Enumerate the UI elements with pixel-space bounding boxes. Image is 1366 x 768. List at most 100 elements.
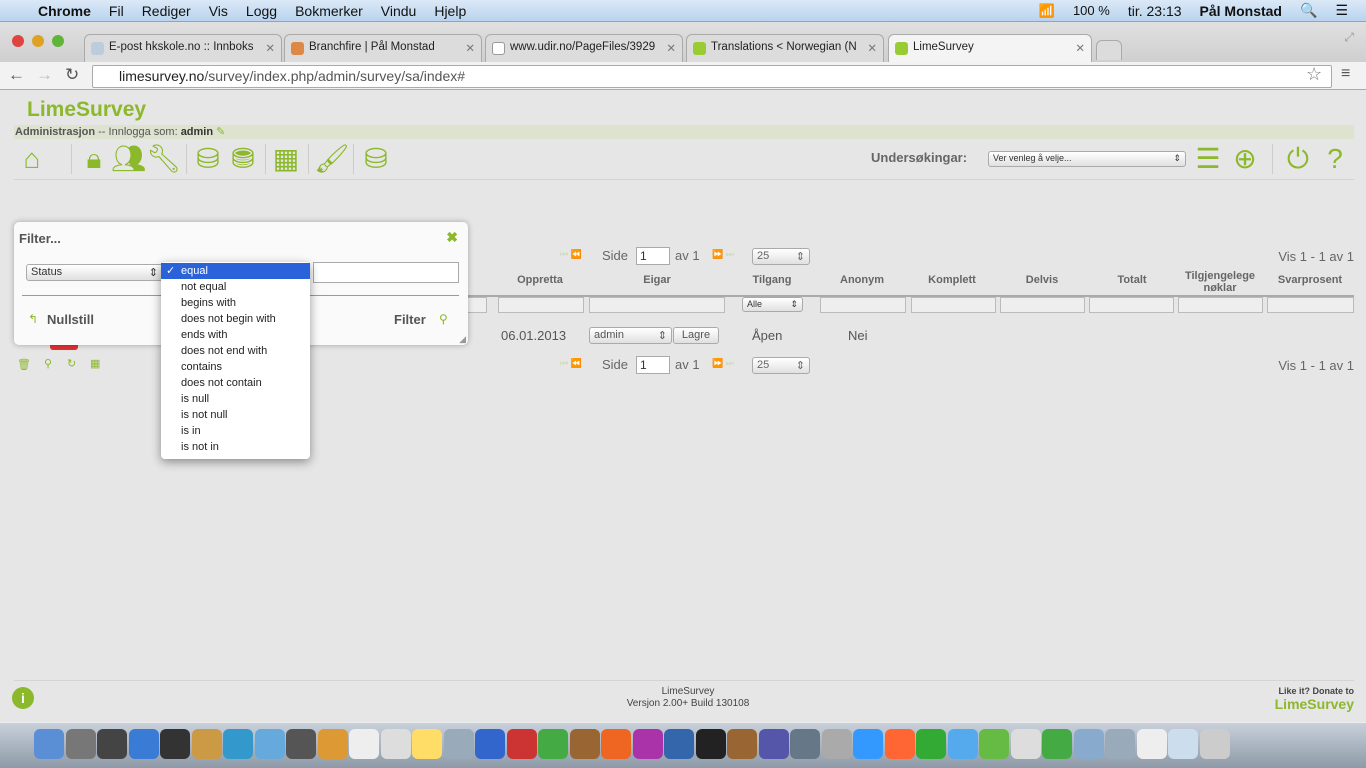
operator-dropdown[interactable]: ✓ equal not equal begins with does not be… [161, 262, 310, 459]
reload-button[interactable]: ↻ [65, 65, 79, 85]
operator-option[interactable]: ends with [161, 327, 310, 343]
grid-icon[interactable]: ▦ [270, 143, 302, 175]
dock-app-icon[interactable] [380, 729, 411, 759]
close-tab-icon[interactable]: ✕ [265, 41, 275, 55]
tab-branchfire[interactable]: Branchfire | Pål Monstad ✕ [284, 34, 482, 62]
filter-oppretta[interactable] [498, 297, 584, 313]
brush-icon[interactable]: 🖌︎ [314, 143, 350, 175]
search-icon[interactable]: ⚲ [44, 357, 52, 370]
col-anonym[interactable]: Anonym [820, 274, 904, 286]
dock-app-icon[interactable] [853, 729, 883, 759]
filter-anonym[interactable] [820, 297, 906, 313]
filter-totalt[interactable] [1089, 297, 1174, 313]
fullscreen-icon[interactable]: ⤢ [1344, 30, 1354, 45]
filter-field-select[interactable]: Status ⇕ [26, 264, 163, 281]
tab-udir[interactable]: www.udir.no/PageFiles/3929 ✕ [485, 34, 683, 62]
menu-vis[interactable]: Vis [209, 3, 228, 19]
col-delvis[interactable]: Delvis [1000, 274, 1084, 286]
operator-option[interactable]: contains [161, 359, 310, 375]
dock-app-icon[interactable] [884, 729, 915, 759]
dock-app-icon[interactable] [1199, 729, 1230, 759]
notification-icon[interactable]: ☰ [1335, 2, 1348, 19]
window-close-button[interactable] [12, 35, 24, 47]
user-groups-icon[interactable]: 👥︎ [111, 143, 147, 175]
dock-app-icon[interactable] [65, 729, 96, 759]
clock[interactable]: tir. 23:13 [1128, 3, 1182, 19]
tab-email[interactable]: E-post hkskole.no :: Innboks ✕ [84, 34, 282, 62]
dock-app-icon[interactable] [443, 729, 474, 759]
edit-pencil-icon[interactable]: ✎ [216, 126, 225, 138]
owner-select[interactable]: admin ⇕ [589, 327, 672, 344]
menu-rediger[interactable]: Rediger [142, 3, 191, 19]
save-owner-button[interactable]: Lagre [673, 327, 719, 344]
url-input[interactable]: limesurvey.no/survey/index.php/admin/sur… [92, 65, 1332, 88]
user-name[interactable]: Pål Monstad [1200, 3, 1282, 19]
menu-vindu[interactable]: Vindu [381, 3, 417, 19]
home-icon[interactable]: ⌂ [16, 143, 48, 175]
dock-app-icon[interactable] [317, 729, 348, 759]
dock-app-icon[interactable] [97, 729, 127, 759]
page-size-select[interactable]: 25 ⇕ [752, 248, 810, 265]
dock-app-icon[interactable] [160, 729, 190, 759]
filter-komplett[interactable] [911, 297, 996, 313]
window-zoom-button[interactable] [52, 35, 64, 47]
search-icon[interactable]: ⚲ [439, 312, 448, 326]
dock-app-icon[interactable] [758, 729, 789, 759]
operator-option[interactable]: is null [161, 391, 310, 407]
close-tab-icon[interactable]: ✕ [666, 41, 676, 55]
database-sql-icon[interactable]: ⛃ [227, 143, 259, 175]
menu-bokmerker[interactable]: Bokmerker [295, 3, 363, 19]
first-page-icon[interactable]: ⏮ ⏪ [560, 358, 582, 369]
col-oppretta[interactable]: Oppretta [500, 274, 580, 286]
first-page-icon[interactable]: ⏮ ⏪ [560, 249, 582, 260]
dock-app-icon[interactable] [1168, 729, 1198, 759]
filter-value-input[interactable] [313, 262, 459, 283]
survey-select[interactable]: Ver venleg å velje... ⇕ [988, 151, 1186, 167]
dock-app-icon[interactable] [223, 729, 253, 759]
reset-button[interactable]: Nullstill [47, 312, 94, 327]
filter-svarprosent[interactable] [1267, 297, 1354, 313]
dock-app-icon[interactable] [254, 729, 285, 759]
dock-app-icon[interactable] [1136, 729, 1167, 759]
close-tab-icon[interactable]: ✕ [1075, 41, 1085, 55]
help-icon[interactable]: ? [1319, 143, 1351, 175]
page-input[interactable]: 1 [636, 356, 670, 374]
dock-app-icon[interactable] [191, 729, 222, 759]
close-tab-icon[interactable]: ✕ [465, 41, 475, 55]
page-input[interactable]: 1 [636, 247, 670, 265]
wifi-icon[interactable]: 📶 [1039, 3, 1055, 19]
operator-option[interactable]: does not contain [161, 375, 310, 391]
tab-translations[interactable]: Translations < Norwegian (N ✕ [686, 34, 884, 62]
lock-icon[interactable]: 🔒︎ [78, 143, 110, 175]
close-tab-icon[interactable]: ✕ [867, 41, 877, 55]
menu-logg[interactable]: Logg [246, 3, 277, 19]
operator-option[interactable]: is not in [161, 439, 310, 455]
dock-app-icon[interactable] [947, 729, 978, 759]
dock-app-icon[interactable] [821, 729, 852, 759]
wrench-icon[interactable]: 🔧︎ [146, 143, 182, 175]
database-users-icon[interactable]: ⛁ [360, 143, 392, 175]
operator-option[interactable]: is in [161, 423, 310, 439]
dock-app-icon[interactable] [1042, 729, 1072, 759]
dock-app-icon[interactable] [412, 729, 442, 759]
operator-option[interactable]: does not end with [161, 343, 310, 359]
col-totalt[interactable]: Totalt [1090, 274, 1174, 286]
new-tab-button[interactable] [1096, 40, 1122, 60]
col-tilgang[interactable]: Tilgang [740, 274, 804, 286]
dock-app-icon[interactable] [538, 729, 568, 759]
dock-app-icon[interactable] [979, 729, 1009, 759]
dock-app-icon[interactable] [790, 729, 820, 759]
dock-app-icon[interactable] [727, 729, 757, 759]
list-icon[interactable]: ☰ [1192, 143, 1224, 175]
filter-noklar[interactable] [1178, 297, 1263, 313]
donate-link[interactable]: Like it? Donate to LimeSurvey [1275, 685, 1354, 711]
add-survey-icon[interactable]: ⊕ [1229, 143, 1261, 175]
forward-button[interactable]: → [36, 65, 53, 85]
dock-app-icon[interactable] [695, 729, 726, 759]
back-button[interactable]: ← [8, 65, 25, 85]
dock-app-icon[interactable] [506, 729, 537, 759]
logout-power-icon[interactable]: ⏻ [1282, 143, 1314, 175]
dock-app-icon[interactable] [475, 729, 505, 759]
filter-eigar[interactable] [589, 297, 725, 313]
col-komplett[interactable]: Komplett [910, 274, 994, 286]
